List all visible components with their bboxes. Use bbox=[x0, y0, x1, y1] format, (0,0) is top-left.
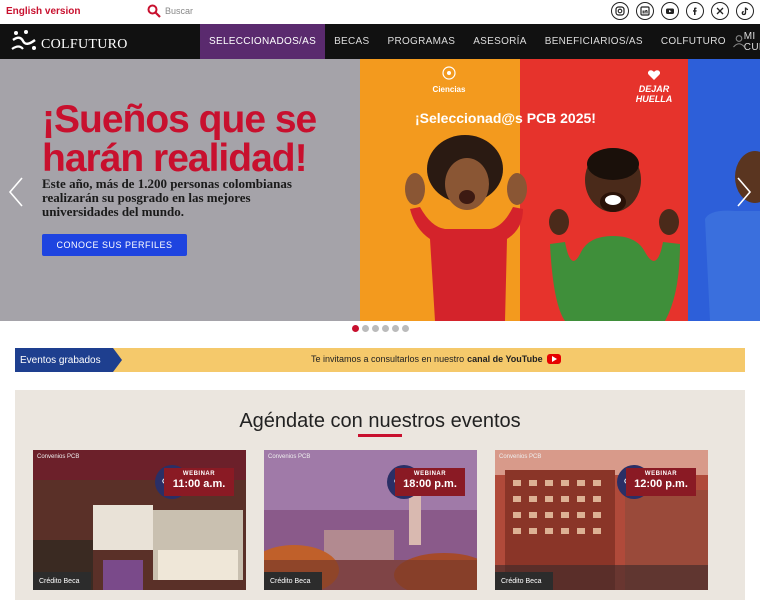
hero-carousel: Ciencias ¡Seleccionad@s PCB 2025! DEJAR … bbox=[0, 59, 760, 321]
search-box[interactable] bbox=[147, 2, 285, 20]
tiktok-icon[interactable] bbox=[736, 2, 754, 20]
card-tag: Crédito Beca bbox=[264, 572, 322, 590]
hero-person-woman bbox=[405, 135, 527, 321]
webinar-badge: WEBINAR 12:00 p.m. bbox=[626, 468, 696, 496]
card-top-label: Convenios PCB bbox=[499, 454, 542, 460]
utility-bar: English version bbox=[0, 0, 760, 24]
youtube-icon[interactable] bbox=[661, 2, 679, 20]
nav-item-programas[interactable]: PROGRAMAS bbox=[378, 24, 464, 59]
hero-person-man bbox=[549, 148, 680, 321]
carousel-dot[interactable] bbox=[362, 325, 369, 332]
webinar-badge: WEBINAR 18:00 p.m. bbox=[395, 468, 465, 496]
conoce-perfiles-button[interactable]: CONOCE SUS PERFILES bbox=[42, 234, 187, 256]
ciencias-logo: Ciencias bbox=[430, 66, 468, 94]
dejar-huella-logo: DEJAR HUELLA bbox=[630, 69, 678, 104]
logo-text: COLFUTURO bbox=[41, 36, 128, 52]
facebook-icon[interactable] bbox=[686, 2, 704, 20]
linkedin-icon[interactable] bbox=[636, 2, 654, 20]
social-links bbox=[611, 2, 754, 20]
search-icon[interactable] bbox=[147, 4, 161, 18]
hero-person-right bbox=[705, 151, 760, 321]
carousel-dot[interactable] bbox=[352, 325, 359, 332]
event-card[interactable]: Convenios PCB WEBINAR 18:00 p.m. Crédito… bbox=[264, 450, 477, 590]
nav-item-beneficiarios[interactable]: BENEFICIARIOS/AS bbox=[536, 24, 652, 59]
logo-mark-icon bbox=[11, 30, 36, 50]
carousel-dot[interactable] bbox=[402, 325, 409, 332]
eventos-grabados-tag[interactable]: Eventos grabados bbox=[15, 348, 113, 372]
card-top-label: Convenios PCB bbox=[268, 454, 311, 460]
card-tag: Crédito Beca bbox=[33, 572, 91, 590]
card-tag: Crédito Beca bbox=[495, 572, 553, 590]
carousel-prev-icon[interactable] bbox=[8, 177, 24, 207]
nav-item-asesoria[interactable]: ASESORÍA bbox=[464, 24, 536, 59]
webinar-badge: WEBINAR 11:00 a.m. bbox=[164, 468, 234, 496]
main-menu: SELECCIONADOS/AS BECAS PROGRAMAS ASESORÍ… bbox=[200, 24, 760, 59]
hero-body: Este año, más de 1.200 personas colombia… bbox=[42, 176, 292, 219]
agenda-title: Agéndate con nuestros eventos bbox=[239, 410, 521, 432]
colfuturo-logo[interactable]: COLFUTURO bbox=[10, 29, 128, 53]
tag-arrow bbox=[113, 348, 122, 372]
youtube-message: Te invitamos a consultarlos en nuestro c… bbox=[311, 354, 561, 364]
nav-item-becas[interactable]: BECAS bbox=[325, 24, 378, 59]
card-top-label: Convenios PCB bbox=[37, 454, 80, 460]
nav-item-seleccionados[interactable]: SELECCIONADOS/AS bbox=[200, 24, 326, 59]
recorded-events-bar: Eventos grabados Te invitamos a consulta… bbox=[15, 348, 745, 372]
carousel-dot[interactable] bbox=[372, 325, 379, 332]
event-card[interactable]: Convenios PCB WEBINAR 11:00 a.m. Crédito… bbox=[33, 450, 246, 590]
event-card[interactable]: Convenios PCB WEBINAR 12:00 p.m. Crédito… bbox=[495, 450, 708, 590]
search-input[interactable] bbox=[165, 6, 285, 16]
user-icon bbox=[733, 35, 745, 48]
heart-icon bbox=[647, 70, 661, 80]
english-version-link[interactable]: English version bbox=[6, 6, 80, 17]
youtube-channel-link[interactable]: canal de YouTube bbox=[467, 354, 543, 364]
carousel-dot[interactable] bbox=[392, 325, 399, 332]
instagram-icon[interactable] bbox=[611, 2, 629, 20]
carousel-next-icon[interactable] bbox=[736, 177, 752, 207]
carousel-dots bbox=[352, 325, 409, 332]
user-account-button[interactable] bbox=[729, 31, 749, 51]
youtube-logo-icon[interactable] bbox=[546, 354, 561, 364]
nav-item-colfuturo[interactable]: COLFUTURO bbox=[652, 24, 735, 59]
colombia-seal-icon bbox=[442, 66, 456, 80]
carousel-dot[interactable] bbox=[382, 325, 389, 332]
x-icon[interactable] bbox=[711, 2, 729, 20]
hero-selected-text: ¡Seleccionad@s PCB 2025! bbox=[415, 110, 596, 126]
title-underline bbox=[358, 434, 402, 437]
hero-headline: ¡Sueños que se harán realidad! bbox=[42, 98, 317, 180]
main-nav: COLFUTURO SELECCIONADOS/AS BECAS PROGRAM… bbox=[0, 24, 760, 59]
